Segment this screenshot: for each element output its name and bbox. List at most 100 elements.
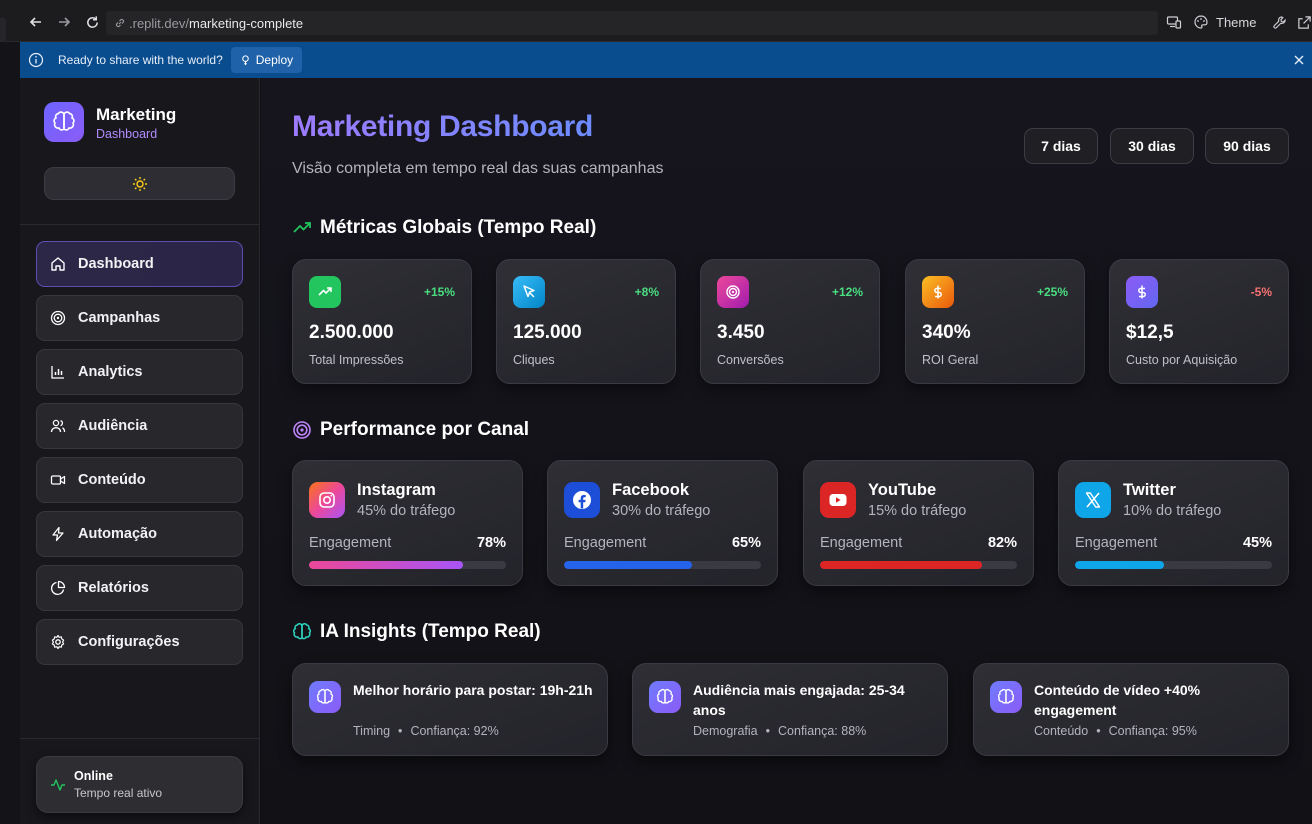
facebook-icon — [564, 482, 600, 518]
theme-button[interactable]: Theme — [1216, 15, 1256, 30]
theme-toggle-button[interactable] — [44, 167, 235, 200]
metric-label: Total Impressões — [309, 353, 404, 367]
back-arrow-icon[interactable] — [26, 12, 46, 32]
wrench-icon[interactable] — [1270, 13, 1288, 31]
sidebar-item-conteudo[interactable]: Conteúdo — [36, 457, 243, 503]
sidebar-item-dashboard[interactable]: Dashboard — [36, 241, 243, 287]
page-subtitle: Visão completa em tempo real das suas ca… — [292, 160, 664, 177]
insight-card: Conteúdo de vídeo +40% engagement Conteú… — [973, 663, 1289, 756]
forward-arrow-icon[interactable] — [54, 12, 74, 32]
youtube-icon — [820, 482, 856, 518]
sidebar-item-configuracoes[interactable]: Configurações — [36, 619, 243, 665]
metric-change: -5% — [1250, 285, 1272, 299]
brand-subtitle: Dashboard — [96, 127, 158, 141]
metric-value: 340% — [922, 322, 971, 343]
channel-traffic: 45% do tráfego — [357, 503, 456, 519]
metric-label: Custo por Aquisição — [1126, 353, 1238, 367]
metric-change: +25% — [1036, 285, 1068, 299]
insights-section-header: IA Insights (Tempo Real) — [292, 621, 541, 643]
metrics-section-header: Métricas Globais (Tempo Real) — [292, 217, 596, 239]
palette-icon[interactable] — [1192, 13, 1210, 31]
engagement-bar-fill — [564, 561, 693, 569]
engagement-value: 82% — [987, 535, 1017, 551]
status-subtitle: Tempo real ativo — [74, 786, 163, 800]
insight-card: Melhor horário para postar: 19h-21h Timi… — [292, 663, 608, 756]
url-domain: .replit.dev/ — [129, 15, 189, 31]
address-bar[interactable]: .replit.dev/marketing-complete — [106, 11, 1158, 35]
sidebar-item-label: Configurações — [78, 634, 180, 650]
insight-confidence: Confiança: 92% — [410, 724, 499, 738]
sidebar-item-label: Conteúdo — [78, 472, 146, 488]
link-icon — [115, 18, 125, 28]
metric-value: 125.000 — [513, 322, 582, 343]
meta-separator: • — [398, 724, 403, 738]
meta-separator: • — [765, 724, 771, 738]
devices-icon[interactable] — [1165, 13, 1183, 31]
engagement-label: Engagement — [820, 535, 903, 551]
channel-card-youtube: YouTube 15% do tráfego Engagement 82% — [803, 460, 1034, 586]
channels-section-header: Performance por Canal — [292, 419, 529, 441]
sidebar-divider — [20, 738, 260, 739]
engagement-value: 78% — [476, 535, 506, 551]
metric-value: 3.450 — [717, 322, 765, 343]
insight-meta: Demografia • Confiança: 88% — [693, 724, 866, 738]
target-icon — [293, 421, 311, 439]
channels-section-title: Performance por Canal — [320, 419, 530, 440]
insight-category: Demografia — [693, 724, 758, 738]
lightning-icon — [52, 526, 64, 542]
deploy-banner: Ready to share with the world? Deploy — [20, 42, 1312, 78]
trending-up-icon — [309, 276, 341, 308]
metric-card-cpa: -5% $12,5 Custo por Aquisição — [1109, 259, 1289, 384]
range-30-days-button[interactable]: 30 dias — [1110, 128, 1194, 164]
channel-name: YouTube — [868, 481, 937, 499]
brain-logo-icon — [44, 102, 84, 142]
sidebar-item-analytics[interactable]: Analytics — [36, 349, 243, 395]
sidebar-item-campanhas[interactable]: Campanhas — [36, 295, 243, 341]
channel-traffic: 10% do tráfego — [1123, 503, 1222, 519]
brain-icon — [293, 623, 311, 640]
range-90-days-button[interactable]: 90 dias — [1205, 128, 1289, 164]
sidebar-item-automacao[interactable]: Automação — [36, 511, 243, 557]
sidebar-item-label: Dashboard — [78, 256, 154, 272]
meta-separator: • — [1096, 724, 1101, 738]
brain-icon — [309, 681, 341, 713]
engagement-value: 45% — [1242, 535, 1272, 551]
engagement-bar-fill — [309, 561, 463, 569]
deploy-button-label: Deploy — [255, 53, 294, 67]
url-path: marketing-complete — [188, 15, 304, 31]
sidebar-item-relatorios[interactable]: Relatórios — [36, 565, 243, 611]
engagement-value: 65% — [731, 535, 761, 551]
dollar-icon — [922, 276, 954, 308]
metric-card-impressions: +15% 2.500.000 Total Impressões — [292, 259, 472, 384]
sidebar-item-audiencia[interactable]: Audiência — [36, 403, 243, 449]
sidebar-item-label: Campanhas — [78, 310, 161, 326]
activity-icon — [51, 779, 65, 791]
deploy-icon — [242, 54, 249, 65]
status-title: Online — [74, 769, 113, 783]
channel-card-twitter: Twitter 10% do tráfego Engagement 45% — [1058, 460, 1289, 586]
deploy-message: Ready to share with the world? — [58, 53, 223, 67]
metric-value: $12,5 — [1126, 322, 1174, 343]
info-icon — [28, 52, 44, 68]
insight-text: Melhor horário para postar: 19h-21h — [353, 682, 593, 698]
reload-icon[interactable] — [82, 12, 102, 32]
online-status-card: Online Tempo real ativo — [36, 756, 243, 813]
twitter-x-icon — [1075, 482, 1111, 518]
metric-change: +8% — [634, 285, 659, 299]
deploy-button[interactable]: Deploy — [230, 47, 303, 73]
insights-section-title: IA Insights (Tempo Real) — [320, 621, 541, 642]
channel-name: Facebook — [612, 481, 690, 499]
sidebar-item-label: Audiência — [78, 418, 148, 434]
channel-name: Twitter — [1123, 481, 1176, 499]
home-icon — [51, 257, 65, 271]
range-7-days-button[interactable]: 7 dias — [1024, 128, 1098, 164]
metric-card-conversions: +12% 3.450 Conversões — [700, 259, 880, 384]
insight-meta: Timing • Confiança: 92% — [353, 724, 499, 738]
cursor-icon — [513, 276, 545, 308]
metrics-section-title: Métricas Globais (Tempo Real) — [320, 217, 597, 238]
channel-traffic: 30% do tráfego — [612, 503, 711, 519]
open-external-icon[interactable] — [1295, 13, 1312, 31]
engagement-bar-fill — [820, 561, 982, 569]
trending-up-icon — [293, 222, 311, 233]
close-icon[interactable] — [1292, 53, 1306, 67]
